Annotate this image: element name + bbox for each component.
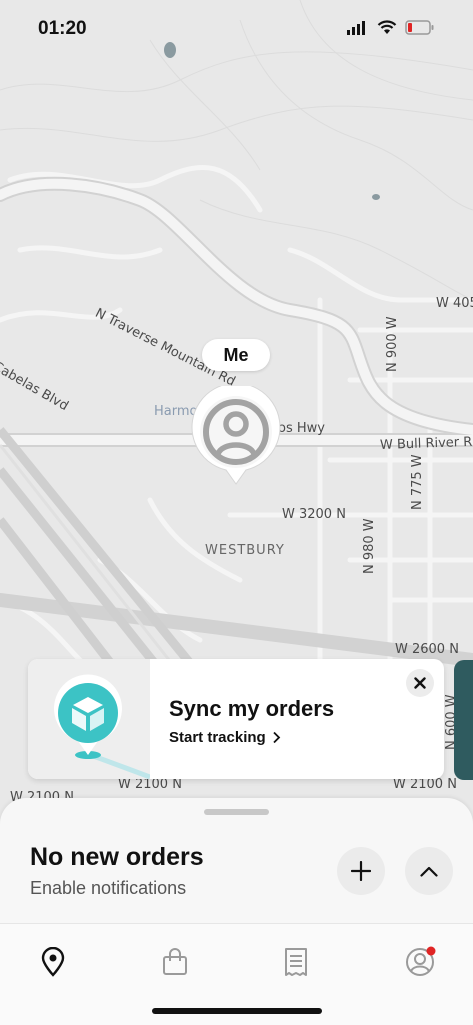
street-label: os Hwy [278, 421, 325, 436]
map-pin-icon [41, 947, 65, 977]
cellular-signal-icon [347, 20, 365, 35]
add-order-button[interactable] [337, 847, 385, 895]
status-bar: 01:20 [0, 0, 473, 56]
close-icon [414, 677, 426, 689]
profile-icon [406, 946, 436, 976]
start-tracking-label: Start tracking [169, 729, 266, 746]
street-label: N 775 W [410, 454, 425, 510]
tab-orders[interactable] [276, 942, 316, 982]
shopping-bag-icon [163, 948, 187, 975]
sync-orders-card[interactable]: Sync my orders Start tracking [28, 659, 444, 779]
next-card-peek[interactable] [454, 660, 473, 780]
notification-badge [426, 946, 436, 956]
street-label: W 2100 N [118, 777, 182, 792]
plus-icon [351, 861, 371, 881]
wifi-icon [377, 20, 397, 34]
user-location-pin-icon[interactable] [190, 386, 282, 486]
enable-notifications-link[interactable]: Enable notifications [30, 878, 186, 899]
street-label: W 3200 N [282, 507, 346, 522]
sheet-title: No new orders [30, 843, 204, 871]
expand-sheet-button[interactable] [405, 847, 453, 895]
street-label: N 900 W [385, 316, 400, 372]
sheet-drag-handle[interactable] [204, 809, 269, 815]
battery-low-icon [405, 20, 434, 35]
tab-shop[interactable] [155, 942, 195, 982]
start-tracking-link[interactable]: Start tracking [169, 729, 281, 746]
sync-illustration [28, 659, 151, 779]
place-label: WESTBURY [205, 543, 285, 558]
tab-map[interactable] [33, 942, 73, 982]
tab-profile[interactable] [400, 942, 440, 982]
receipt-icon [285, 948, 307, 976]
chevron-up-icon [420, 866, 438, 877]
sync-card-title: Sync my orders [169, 696, 335, 721]
close-card-button[interactable] [406, 669, 434, 697]
street-label: W Bull River Rd [379, 434, 473, 453]
status-time: 01:20 [38, 18, 87, 39]
street-label: N 980 W [362, 518, 377, 574]
chevron-right-icon [273, 731, 280, 744]
home-indicator [152, 1008, 322, 1014]
street-label: W 2600 N [395, 642, 459, 657]
street-label: W 2100 N [393, 777, 457, 792]
me-label: Me [202, 339, 270, 371]
status-icons [347, 20, 435, 35]
street-label: W 4050 [436, 296, 473, 311]
